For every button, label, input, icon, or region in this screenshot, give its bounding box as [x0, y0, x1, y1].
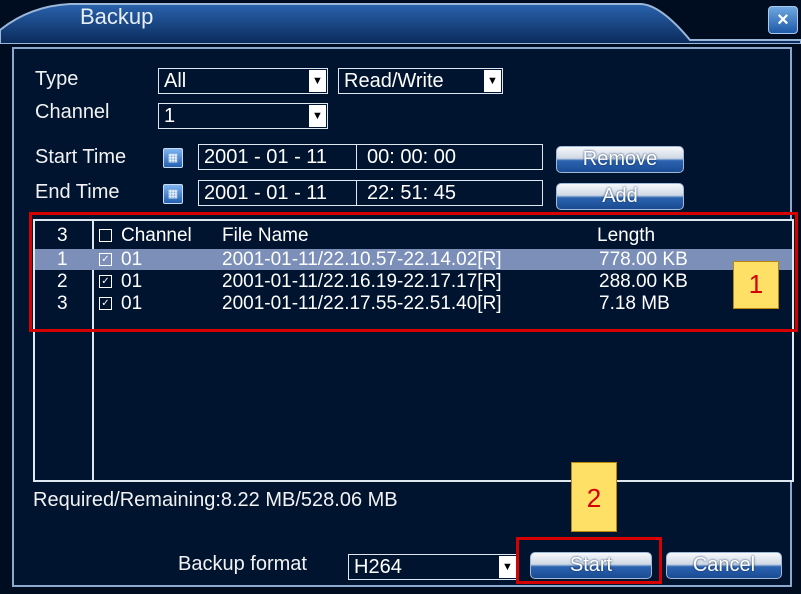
window-title: Backup: [80, 4, 154, 29]
highlight-box-2: [516, 537, 662, 584]
chevron-down-icon: ▼: [309, 70, 326, 92]
chevron-down-icon: ▼: [499, 556, 516, 578]
close-icon[interactable]: ×: [768, 6, 798, 34]
channel-select-value: 1: [164, 105, 176, 127]
backup-format-value: H264: [354, 556, 402, 578]
calendar-icon[interactable]: ▦: [163, 148, 183, 168]
backup-window: Backup × Type All ▼ Read/Write ▼ Channel…: [0, 0, 801, 594]
date-time-divider: [356, 181, 357, 205]
annotation-tag-1: 1: [733, 261, 779, 309]
backup-format-label: Backup format: [178, 553, 307, 575]
channel-label: Channel: [35, 101, 110, 123]
end-time-value: 22: 51: 45: [367, 182, 456, 204]
end-date-value: 2001 - 01 - 11: [204, 182, 328, 204]
remove-button[interactable]: Remove: [556, 146, 684, 173]
type-select[interactable]: All ▼: [158, 68, 328, 94]
backup-format-select[interactable]: H264 ▼: [348, 554, 518, 580]
mode-select[interactable]: Read/Write ▼: [338, 68, 503, 94]
cancel-button[interactable]: Cancel: [666, 552, 782, 579]
add-button[interactable]: Add: [556, 183, 684, 210]
title-bar: Backup ×: [0, 0, 801, 44]
mode-select-value: Read/Write: [344, 70, 444, 92]
type-select-value: All: [164, 70, 187, 92]
chevron-down-icon: ▼: [309, 105, 326, 127]
annotation-tag-2: 2: [571, 462, 617, 532]
calendar-icon[interactable]: ▦: [163, 184, 183, 204]
start-date-value: 2001 - 01 - 11: [204, 146, 328, 168]
end-time-label: End Time: [35, 181, 120, 203]
type-label: Type: [35, 68, 79, 90]
start-time-label: Start Time: [35, 146, 127, 168]
highlight-box-1: [29, 212, 798, 332]
required-remaining-status: Required/Remaining:8.22 MB/528.06 MB: [33, 489, 398, 511]
chevron-down-icon: ▼: [484, 70, 501, 92]
channel-select[interactable]: 1 ▼: [158, 103, 328, 129]
date-time-divider: [356, 145, 357, 169]
start-time-value: 00: 00: 00: [367, 146, 456, 168]
start-time-field[interactable]: 2001 - 01 - 11 00: 00: 00: [198, 144, 543, 170]
end-time-field[interactable]: 2001 - 01 - 11 22: 51: 45: [198, 180, 543, 206]
